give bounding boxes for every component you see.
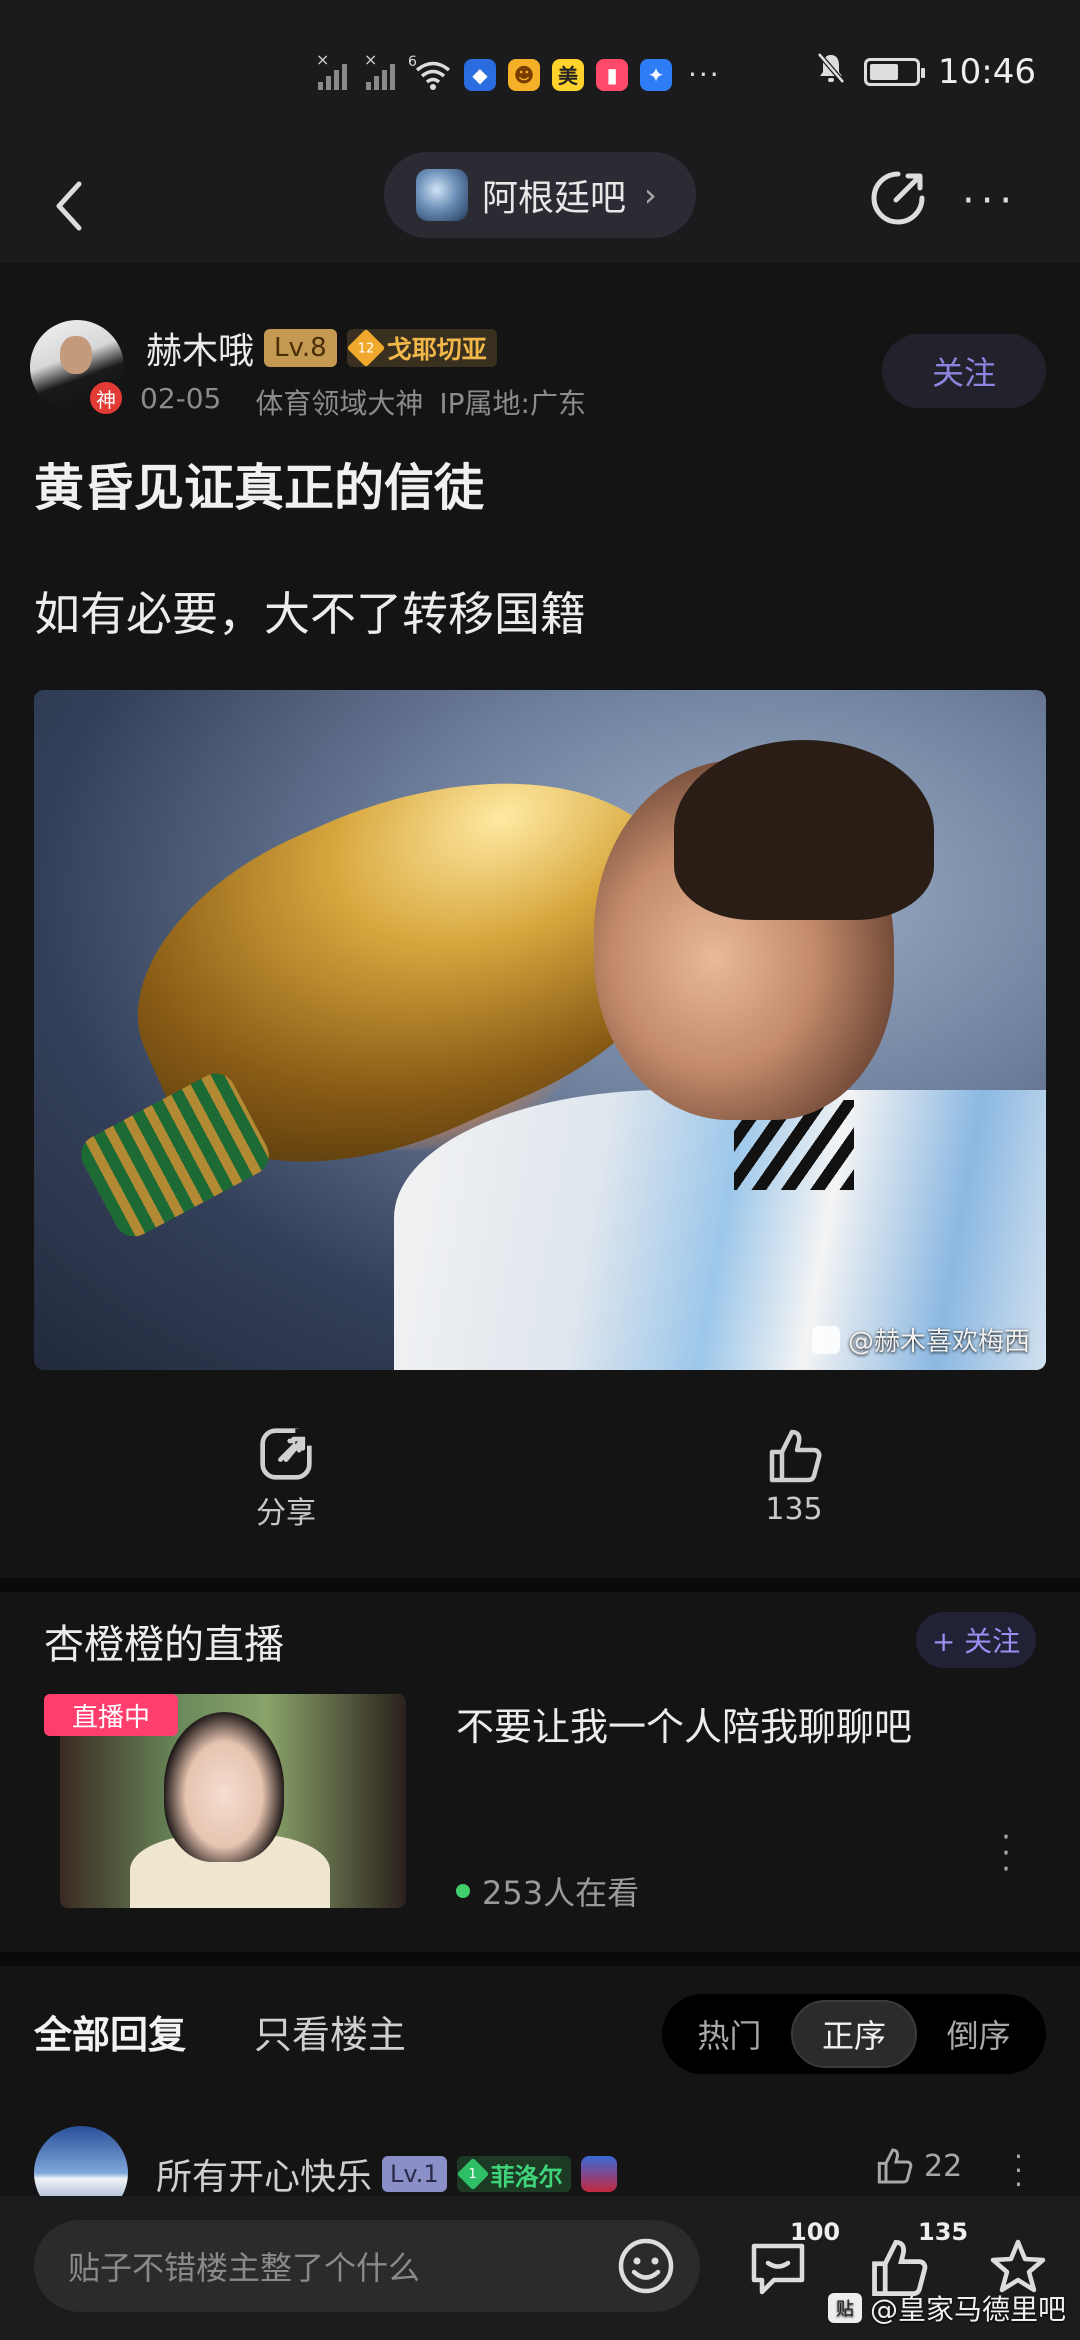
watermark-text: @赫木喜欢梅西 <box>847 1327 1030 1357</box>
author-title: 体育领域大神 <box>255 387 424 420</box>
like-count: 135 <box>765 1492 823 1527</box>
reply-username[interactable]: 所有开心快乐 <box>156 2148 372 2200</box>
live-badge: 直播中 <box>44 1694 178 1736</box>
comment-count: 100 <box>790 2218 841 2246</box>
book-app-icon: ▮ <box>596 58 628 91</box>
sort-descending[interactable]: 倒序 <box>917 2000 1040 2068</box>
viewer-count: 253人在看 <box>482 1874 640 1912</box>
meituan-app-icon: 美 <box>552 58 584 91</box>
post-title: 黄昏见证真正的信徒 <box>34 459 484 517</box>
shield-badge-icon <box>580 2156 617 2192</box>
live-follow-button[interactable]: + 关注 <box>916 1612 1036 1668</box>
share-icon <box>871 171 925 225</box>
forum-logo <box>416 169 468 221</box>
thumbs-up-icon <box>877 2148 913 2184</box>
section-divider <box>0 1952 1080 1966</box>
reply-more-button[interactable]: · · · <box>1014 2143 1023 2199</box>
online-dot-icon <box>456 1884 470 1898</box>
battery-icon <box>864 58 926 86</box>
fan-title: 戈耶切亚 <box>386 335 487 364</box>
clock: 10:46 <box>938 52 1036 92</box>
status-icons: × × 6 ◆ ☻ 美 ▮ ✦ ··· <box>316 50 721 92</box>
diamond-icon: 1 <box>456 2157 489 2191</box>
sort-toggle: 热门 正序 倒序 <box>662 1994 1046 2074</box>
level-badge: Lv.8 <box>264 329 337 367</box>
share-icon <box>260 1428 313 1480</box>
chevron-right-icon: › <box>644 176 657 214</box>
reply-like-count: 22 <box>924 2148 963 2184</box>
live-headline[interactable]: 不要让我一个人陪我聊聊吧 <box>456 1696 912 1751</box>
status-right: 10:46 <box>816 52 1036 92</box>
sort-ascending[interactable]: 正序 <box>790 2000 918 2068</box>
reply-level-badge: Lv.1 <box>382 2156 447 2192</box>
fan-badge: 12 戈耶切亚 <box>346 328 497 368</box>
fan-level: 12 <box>357 340 374 356</box>
live-more-button[interactable]: · · · <box>998 1823 1014 1885</box>
image-hair <box>674 740 934 920</box>
emoji-button[interactable] <box>616 2236 676 2296</box>
tab-op-only[interactable]: 只看楼主 <box>254 2004 406 2059</box>
more-notifications-icon: ··· <box>688 58 721 91</box>
bell-muted-icon <box>816 52 846 92</box>
forum-link[interactable]: 阿根廷吧 › <box>384 152 696 238</box>
network-type-label: 6 <box>408 53 417 70</box>
reply-fan-title: 菲洛尔 <box>490 2162 563 2191</box>
watermark-text: @皇家马德里吧 <box>869 2293 1066 2326</box>
status-bar: × × 6 ◆ ☻ 美 ▮ ✦ ··· 10:46 <box>0 0 1080 150</box>
reply-fan-level: 1 <box>468 2166 477 2182</box>
author-info: 赫木哦 Lv.8 12 戈耶切亚 <box>146 322 497 374</box>
shield-app-icon: ◆ <box>464 58 496 91</box>
like-count-bottom: 135 <box>918 2218 969 2246</box>
reply-author-info: 所有开心快乐 Lv.1 1 菲洛尔 <box>156 2148 617 2200</box>
more-options-button[interactable]: ··· <box>962 178 1018 224</box>
post-body: 如有必要，大不了转移国籍 <box>34 587 586 641</box>
post-image[interactable]: @赫木喜欢梅西 <box>34 690 1046 1370</box>
live-section-title: 杏橙橙的直播 <box>44 1622 284 1668</box>
share-action[interactable]: 分享 <box>226 1426 346 1532</box>
live-viewers: 253人在看 <box>456 1868 639 1914</box>
ip-location: IP属地:广东 <box>439 387 586 420</box>
tab-all-replies[interactable]: 全部回复 <box>34 2004 186 2059</box>
post-date: 02-05 <box>140 382 222 415</box>
top-nav: 阿根廷吧 › ··· <box>0 150 1080 262</box>
reply-fan-badge: 1 菲洛尔 <box>456 2156 571 2192</box>
watermark-icon <box>811 1325 840 1354</box>
reply-like-button[interactable]: 22 <box>874 2146 962 2186</box>
sort-hot[interactable]: 热门 <box>668 2000 791 2068</box>
bulb-app-icon: ✦ <box>640 58 672 91</box>
thumbs-up-icon <box>769 1429 822 1483</box>
tieba-logo-icon: 贴 <box>827 2293 862 2323</box>
emoji-icon <box>618 2238 674 2294</box>
bottom-watermark: 贴 @皇家马德里吧 <box>827 2288 1066 2328</box>
chevron-left-icon <box>56 181 82 231</box>
like-action[interactable]: 135 <box>734 1426 854 1527</box>
author-name[interactable]: 赫木哦 <box>146 322 254 374</box>
game-app-icon: ☻ <box>508 58 540 91</box>
signal-2-icon: × <box>364 50 402 90</box>
forum-name: 阿根廷吧 <box>482 178 627 219</box>
god-badge: 神 <box>88 380 124 416</box>
share-button[interactable] <box>868 168 928 228</box>
post-meta: 02-05 体育领域大神 IP属地:广东 <box>140 382 586 422</box>
wifi-icon: 6 <box>408 54 452 90</box>
section-divider <box>0 1578 1080 1592</box>
live-thumb-person <box>164 1712 284 1862</box>
share-label: 分享 <box>256 1496 316 1531</box>
signal-1-icon: × <box>316 50 354 90</box>
follow-button[interactable]: 关注 <box>882 334 1046 408</box>
image-watermark: @赫木喜欢梅西 <box>811 1321 1030 1358</box>
back-button[interactable] <box>40 172 96 240</box>
comment-input[interactable]: 贴子不错楼主整了个什么 <box>34 2220 700 2312</box>
diamond-icon: 12 <box>346 328 386 368</box>
bottom-bar: 贴子不错楼主整了个什么 100 135 贴 @皇家马德里吧 <box>0 2196 1080 2340</box>
